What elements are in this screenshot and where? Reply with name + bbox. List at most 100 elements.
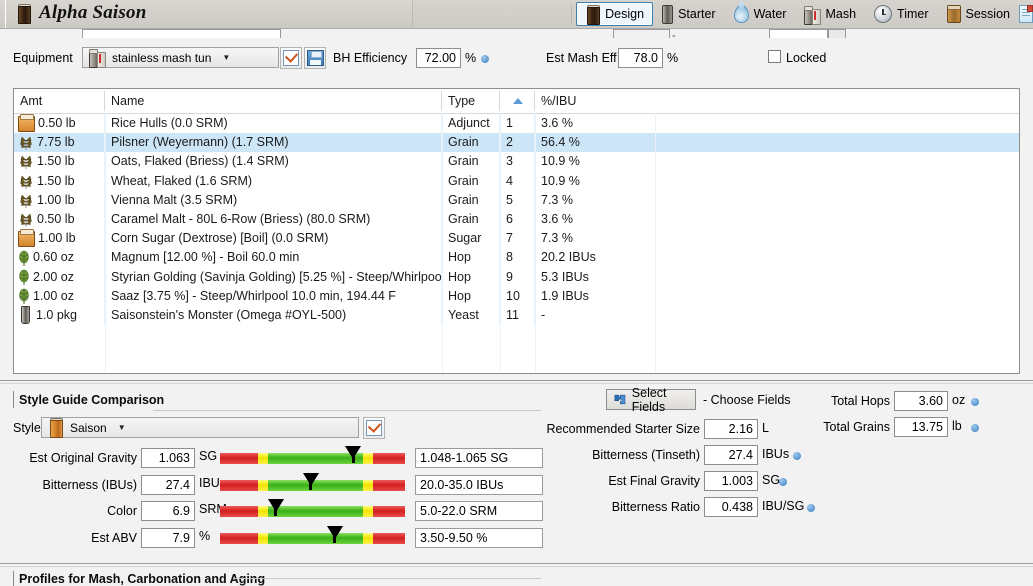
- style-range-bar: [220, 506, 405, 517]
- clipped-unit-label: -: [672, 30, 676, 42]
- cell-type: Hop: [442, 248, 500, 268]
- tab-starter[interactable]: Starter: [653, 2, 725, 26]
- metric-value-input[interactable]: 6.9: [141, 501, 195, 521]
- style-range-marker: [267, 499, 284, 516]
- select-fields-button[interactable]: Select Fields: [606, 386, 696, 414]
- grain-icon: [18, 174, 34, 189]
- metric-unit: SG: [199, 449, 218, 463]
- equipment-select[interactable]: stainless mash tun ▼: [82, 47, 279, 68]
- metric-value-input[interactable]: 1.063: [141, 448, 195, 468]
- stat-value-input[interactable]: 2.16: [704, 419, 758, 439]
- amount-text: 1.00 oz: [33, 288, 75, 303]
- window-title-group: Alpha Saison: [16, 2, 146, 24]
- column-separator: [442, 113, 443, 373]
- style-check-button[interactable]: [363, 417, 385, 439]
- cell-name: Wheat, Flaked (1.6 SRM): [105, 171, 442, 191]
- column-header-name[interactable]: Name: [105, 89, 442, 113]
- column-header-amt[interactable]: Amt: [14, 89, 105, 113]
- column-separator: [105, 113, 106, 373]
- cell-order: 1: [500, 114, 535, 134]
- stat-value-input[interactable]: 1.003: [704, 471, 758, 491]
- cell-amount: 1.50 lb: [14, 152, 105, 172]
- cell-order: 3: [500, 152, 535, 172]
- cell-name: Oats, Flaked (Briess) (1.4 SRM): [105, 152, 442, 172]
- metric-label: Est Original Gravity: [29, 451, 137, 465]
- equipment-label: Equipment: [13, 51, 73, 65]
- est-mash-eff-input[interactable]: 78.0: [618, 48, 663, 68]
- table-row[interactable]: 0.50 lb Caramel Malt - 80L 6-Row (Briess)…: [14, 209, 1019, 230]
- table-row[interactable]: 2.00 oz Styrian Golding (Savinja Golding)…: [14, 267, 1019, 287]
- stat-value-input[interactable]: 3.60: [894, 391, 948, 411]
- bottom-panel-divider: [0, 563, 1033, 564]
- stat-unit: SG: [762, 473, 781, 487]
- style-label: Style: [13, 421, 41, 435]
- brewing-software-window: Alpha Saison Design Starter Water Mash T…: [0, 0, 1033, 586]
- clipped-field-above-left[interactable]: [82, 29, 281, 38]
- column-header-type[interactable]: Type: [442, 89, 500, 113]
- table-row[interactable]: 1.0 pkg Saisonstein's Monster (Omega #OYL…: [14, 305, 1019, 326]
- mash-tun-icon: [804, 5, 822, 25]
- metric-label: Bitterness (IBUs): [42, 477, 137, 492]
- title-bar: Alpha Saison Design Starter Water Mash T…: [0, 0, 1033, 29]
- stat-value-input[interactable]: 27.4: [704, 445, 758, 465]
- cell-type: Hop: [442, 286, 500, 306]
- amount-text: 0.50 lb: [37, 211, 75, 226]
- ingredients-grid[interactable]: Amt Name Type %/IBU 0.50 lb Rice Hulls (0…: [13, 88, 1020, 374]
- stat-unit: IBU/SG: [762, 499, 805, 513]
- chevron-down-icon: ▼: [222, 53, 231, 62]
- cell-name: Corn Sugar (Dextrose) [Boil] (0.0 SRM): [105, 229, 442, 249]
- cell-type: Hop: [442, 267, 500, 287]
- locked-checkbox[interactable]: [768, 50, 781, 63]
- clipped-field-above-right[interactable]: [769, 29, 828, 38]
- beer-glass-icon: [48, 418, 63, 438]
- hop-icon: [18, 269, 30, 286]
- metric-label: Color: [107, 504, 137, 518]
- table-row[interactable]: 1.00 lb Corn Sugar (Dextrose) [Boil] (0.0…: [14, 229, 1019, 249]
- style-panel-title: Style Guide Comparison: [19, 393, 165, 407]
- style-select-value: Saison: [70, 420, 107, 435]
- table-row[interactable]: 0.50 lb Rice Hulls (0.0 SRM) Adjunct 1 3.6 %: [14, 114, 1019, 134]
- cell-amount: 0.60 oz: [14, 248, 105, 268]
- equipment-save-button[interactable]: [304, 47, 326, 69]
- choose-fields-label: - Choose Fields: [703, 393, 791, 407]
- column-header-pct-ibu[interactable]: %/IBU: [535, 89, 655, 113]
- table-row[interactable]: 1.00 lb Vienna Malt (3.5 SRM) Grain 5 7.3 %: [14, 190, 1019, 210]
- tab-water[interactable]: Water: [725, 1, 796, 26]
- tab-design[interactable]: Design: [576, 2, 654, 26]
- clipped-field-above-mid[interactable]: [613, 29, 670, 38]
- style-select[interactable]: Saison ▼: [41, 417, 359, 438]
- title-left-edge: [5, 0, 6, 28]
- metric-style-range: 20.0-35.0 IBUs: [415, 474, 543, 495]
- table-row[interactable]: 0.60 oz Magnum [12.00 %] - Boil 60.0 min H…: [14, 248, 1019, 268]
- metric-value-input[interactable]: 27.4: [141, 474, 195, 495]
- cell-amount: 1.50 lb: [14, 171, 105, 191]
- tab-overflow-partial[interactable]: [1019, 5, 1033, 23]
- column-header-sort[interactable]: [500, 89, 535, 113]
- metric-value-input[interactable]: 7.9: [141, 527, 195, 548]
- table-row[interactable]: 1.00 oz Saaz [3.75 %] - Steep/Whirlpool 1…: [14, 286, 1019, 306]
- grain-icon: [18, 154, 34, 170]
- style-range-bar: [220, 532, 405, 544]
- table-row[interactable]: 1.50 lb Wheat, Flaked (1.6 SRM) Grain 4 10.9…: [14, 171, 1019, 191]
- clipped-button-above-right[interactable]: [828, 29, 846, 38]
- est-mash-eff-label: Est Mash Eff: [546, 51, 617, 65]
- amount-text: 2.00 oz: [33, 269, 75, 284]
- tab-timer[interactable]: Timer: [865, 2, 937, 26]
- stat-indicator-dot: [807, 504, 815, 512]
- stat-label: Total Grains: [823, 420, 890, 434]
- cell-type: Grain: [442, 152, 500, 172]
- equipment-check-button[interactable]: [280, 47, 302, 69]
- table-row[interactable]: 1.50 lb Oats, Flaked (Briess) (1.4 SRM) Gr…: [14, 152, 1019, 172]
- panel-divider-shadow: [0, 383, 1033, 384]
- amount-text: 0.60 oz: [33, 250, 75, 265]
- tab-session-label: Session: [965, 7, 1010, 21]
- bh-efficiency-input[interactable]: 72.00: [416, 48, 461, 68]
- table-row[interactable]: 7.75 lb Pilsner (Weyermann) (1.7 SRM) Grai…: [14, 133, 1019, 153]
- metric-unit: %: [199, 528, 211, 543]
- stat-value-input[interactable]: 13.75: [894, 417, 948, 437]
- tab-session[interactable]: Session: [938, 2, 1019, 26]
- stat-value-input[interactable]: 0.438: [704, 497, 758, 517]
- amount-text: 1.00 lb: [38, 231, 76, 246]
- cell-name: Saisonstein's Monster (Omega #OYL-500): [105, 305, 442, 326]
- tab-mash[interactable]: Mash: [795, 2, 865, 26]
